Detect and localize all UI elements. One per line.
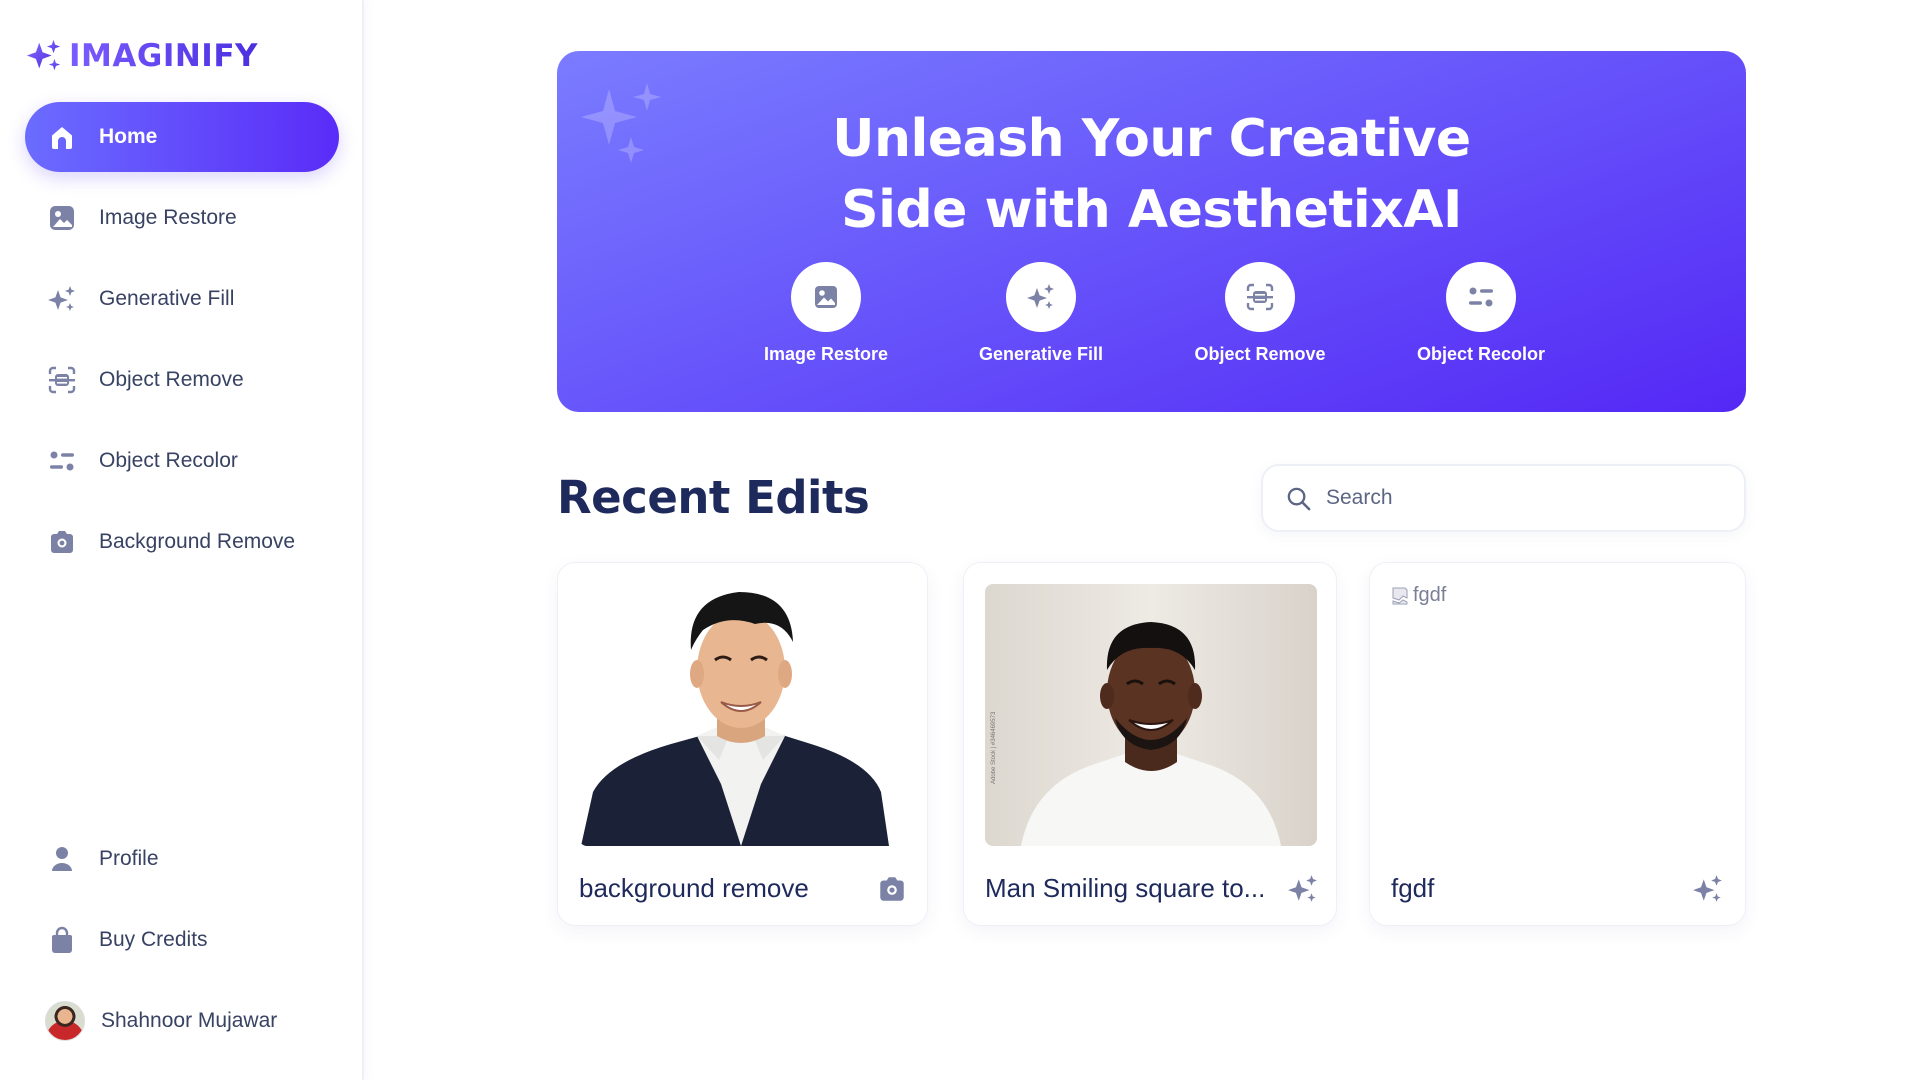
user-account[interactable]: Shahnoor Mujawar [25, 986, 339, 1056]
sidebar-nav: Home Image Restore Generative Fill Objec… [25, 102, 339, 588]
tool-label: Generative Fill [978, 344, 1104, 364]
tool-image-restore[interactable]: Image Restore [731, 262, 921, 365]
user-name: Shahnoor Mujawar [101, 1009, 278, 1032]
portrait-image-1 [579, 584, 901, 846]
logo-sparkles-icon [26, 39, 61, 71]
sidebar-item-label: Generative Fill [99, 287, 235, 310]
filter-icon [1469, 287, 1493, 307]
sidebar-item-label: Profile [99, 847, 159, 870]
search-box[interactable] [1261, 464, 1746, 532]
portrait-image-2: Adobe Stock | #346469573 [985, 584, 1317, 846]
banner-title: Unleash Your Creative Side with Aestheti… [557, 104, 1746, 246]
recent-edits-title: Recent Edits [557, 471, 870, 524]
tool-object-remove[interactable]: Object Remove [1165, 262, 1355, 365]
card-image [579, 584, 901, 846]
banner-title-line2: Side with AesthetixAI [841, 180, 1462, 240]
tool-label: Object Remove [1194, 344, 1326, 364]
sidebar-item-buy-credits[interactable]: Buy Credits [25, 905, 339, 975]
sidebar: IMAGINIFY Home Image Restore Generative … [0, 0, 364, 1080]
tool-icon-circle [1225, 262, 1295, 332]
tool-label: Object Recolor [1416, 344, 1546, 364]
user-icon [52, 847, 72, 871]
image-icon [50, 206, 74, 230]
home-icon [52, 127, 72, 149]
svg-text:Adobe Stock | #346469573: Adobe Stock | #346469573 [991, 711, 997, 784]
tool-icon-circle [1446, 262, 1516, 332]
sidebar-item-label: Object Remove [99, 368, 244, 391]
app-root: IMAGINIFY Home Image Restore Generative … [0, 0, 1920, 1080]
sidebar-item-object-recolor[interactable]: Object Recolor [25, 426, 339, 496]
sidebar-item-profile[interactable]: Profile [25, 824, 339, 894]
card-title: background remove [579, 873, 809, 903]
logo[interactable]: IMAGINIFY [25, 36, 258, 76]
sidebar-item-label: Image Restore [99, 206, 237, 229]
sidebar-item-label: Object Recolor [99, 449, 238, 472]
logo-text: IMAGINIFY [69, 38, 258, 74]
tool-generative-fill[interactable]: Generative Fill [946, 262, 1136, 365]
broken-image: fgdf [1391, 584, 1446, 607]
tool-label: Image Restore [763, 344, 889, 364]
sidebar-item-label: Buy Credits [99, 928, 208, 951]
card-title: fgdf [1391, 873, 1435, 903]
broken-image-icon [1392, 587, 1408, 604]
sidebar-item-background-remove[interactable]: Background Remove [25, 507, 339, 577]
sidebar-item-home[interactable]: Home [25, 102, 339, 172]
camera-icon [51, 531, 73, 553]
banner-title-line1: Unleash Your Creative [832, 109, 1471, 169]
card-image: Adobe Stock | #346469573 [985, 584, 1317, 846]
sidebar-bottom-nav: Profile Buy Credits Shahnoor Mujawar [25, 824, 339, 1056]
bag-icon [52, 926, 72, 953]
sparkles-icon [1288, 875, 1317, 902]
sidebar-item-generative-fill[interactable]: Generative Fill [25, 264, 339, 334]
hero-banner: Unleash Your Creative Side with Aestheti… [557, 51, 1746, 412]
sidebar-item-label: Background Remove [99, 530, 296, 553]
tool-icon-circle [791, 262, 861, 332]
recent-edit-card[interactable]: background remove [557, 562, 928, 926]
sidebar-item-image-restore[interactable]: Image Restore [25, 183, 339, 253]
tool-object-recolor[interactable]: Object Recolor [1386, 262, 1576, 365]
camera-icon [880, 877, 904, 901]
avatar[interactable] [45, 1001, 85, 1041]
search-icon [1287, 487, 1311, 510]
image-icon [815, 286, 837, 308]
filter-icon [50, 451, 74, 471]
scan-icon [48, 366, 76, 394]
sidebar-item-object-remove[interactable]: Object Remove [25, 345, 339, 415]
sparkles-icon [1027, 284, 1054, 309]
broken-image-alt: fgdf [1413, 584, 1447, 606]
scan-icon [1246, 283, 1274, 311]
recent-edit-card[interactable]: fgdf fgdf [1369, 562, 1746, 926]
card-title: Man Smiling square to... [985, 873, 1266, 903]
search-input[interactable] [1326, 486, 1706, 510]
recent-edit-card[interactable]: Adobe Stock | #346469573 Man Smiling squ… [963, 562, 1337, 926]
sparkles-icon [48, 286, 75, 311]
tool-icon-circle [1006, 262, 1076, 332]
sparkles-icon [1693, 875, 1722, 902]
sidebar-item-label: Home [99, 125, 158, 148]
